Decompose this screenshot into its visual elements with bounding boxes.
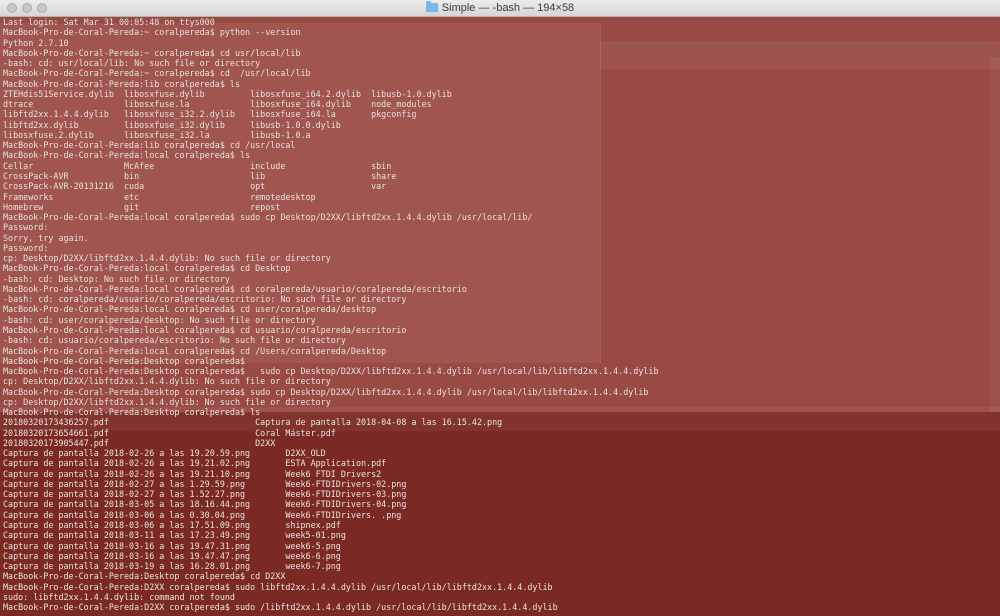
terminal-line: MacBook-Pro-de-Coral-Pereda:Desktop cora… — [3, 571, 286, 582]
background-bar-ghost — [600, 41, 1000, 69]
terminal-line: MacBook-Pro-de-Coral-Pereda:local coralp… — [3, 150, 251, 161]
terminal-line: libosxfuse.2.dylib libosxfuse_i32.la lib… — [3, 129, 311, 140]
terminal-line: MacBook-Pro-de-Coral-Pereda:local coralp… — [3, 212, 533, 223]
folder-icon — [425, 1, 438, 12]
terminal-line: MacBook-Pro-de-Coral-Pereda:~ coralpered… — [3, 27, 301, 38]
terminal-output[interactable]: Last login: Sat Mar 31 00:05:48 on ttys0… — [3, 17, 658, 612]
terminal-line: Frameworks etc remotedesktop — [3, 191, 316, 202]
terminal-line: -bash: cd: usuario/coralpereda/escritori… — [3, 335, 346, 346]
terminal-line: -bash: cd: user/coralpereda/desktop: No … — [3, 314, 316, 325]
terminal-line: cp: Desktop/D2XX/libftd2xx.1.4.4.dylib: … — [3, 396, 331, 407]
terminal-line: MacBook-Pro-de-Coral-Pereda:lib coralper… — [3, 140, 296, 151]
terminal-content[interactable]: Last login: Sat Mar 31 00:05:48 on ttys0… — [0, 17, 1000, 616]
terminal-line: MacBook-Pro-de-Coral-Pereda:~ coralpered… — [3, 47, 301, 58]
terminal-line: MacBook-Pro-de-Coral-Pereda:D2XX coralpe… — [3, 602, 558, 613]
terminal-line: MacBook-Pro-de-Coral-Pereda:local coralp… — [3, 304, 377, 315]
terminal-line: CrossPack-AVR-20131216 cuda opt var — [3, 181, 387, 192]
terminal-line: libftd2xx.1.4.4.dylib libosxfuse_i32.2.d… — [3, 109, 417, 120]
terminal-line: cp: Desktop/D2XX/libftd2xx.1.4.4.dylib: … — [3, 376, 331, 387]
terminal-line: dtrace libosxfuse.la libosxfuse_i64.dyli… — [3, 99, 432, 110]
terminal-line: cp: Desktop/D2XX/libftd2xx.1.4.4.dylib: … — [3, 253, 331, 264]
terminal-line: 20180320173654661.pdf Coral Máster.pdf — [3, 427, 336, 438]
terminal-line: Captura de pantalla 2018-03-16 a las 19.… — [3, 540, 341, 551]
terminal-line: Python 2.7.10 — [3, 37, 69, 48]
terminal-line: libftd2xx.dylib libosxfuse_i32.dylib lib… — [3, 119, 341, 130]
terminal-line: -bash: cd: coralpereda/usuario/coralpere… — [3, 294, 407, 305]
terminal-line: Captura de pantalla 2018-02-26 a las 19.… — [3, 458, 387, 469]
terminal-line: Homebrew git repost — [3, 201, 281, 212]
terminal-line: Captura de pantalla 2018-03-19 a las 16.… — [3, 561, 341, 572]
terminal-line: Captura de pantalla 2018-02-27 a las 1.2… — [3, 478, 407, 489]
terminal-line: -bash: cd: usr/local/lib: No such file o… — [3, 58, 261, 69]
terminal-line: MacBook-Pro-de-Coral-Pereda:Desktop cora… — [3, 386, 649, 397]
terminal-line: Captura de pantalla 2018-02-26 a las 19.… — [3, 448, 326, 459]
terminal-line: MacBook-Pro-de-Coral-Pereda:local coralp… — [3, 263, 291, 274]
terminal-line: ZTEHdis51Service.dylib libosxfuse.dylib … — [3, 88, 452, 99]
terminal-line: Password: — [3, 222, 49, 233]
terminal-line: sudo: libftd2xx.1.4.4.dylib: command not… — [3, 591, 235, 602]
terminal-line: MacBook-Pro-de-Coral-Pereda:lib coralper… — [3, 78, 240, 89]
title-bar[interactable]: Simple — -bash — 194×58 — [0, 0, 1000, 17]
terminal-line: MacBook-Pro-de-Coral-Pereda:local coralp… — [3, 324, 407, 335]
terminal-line: 20180320173905447.pdf D2XX — [3, 437, 276, 448]
terminal-line: Cellar McAfee include sbin — [3, 160, 392, 171]
terminal-line: Captura de pantalla 2018-03-11 a las 17.… — [3, 530, 346, 541]
terminal-line: Captura de pantalla 2018-02-27 a las 1.5… — [3, 489, 407, 500]
terminal-line: MacBook-Pro-de-Coral-Pereda:Desktop cora… — [3, 366, 659, 377]
terminal-line: Last login: Sat Mar 31 00:05:48 on ttys0… — [3, 17, 215, 27]
window-title: Simple — -bash — 194×58 — [441, 2, 575, 14]
terminal-line: MacBook-Pro-de-Coral-Pereda:~ coralpered… — [3, 68, 311, 79]
terminal-line: MacBook-Pro-de-Coral-Pereda:Desktop cora… — [3, 355, 246, 366]
terminal-line: Captura de pantalla 2018-03-06 a las 0.3… — [3, 509, 402, 520]
terminal-line: MacBook-Pro-de-Coral-Pereda:D2XX coralpe… — [3, 581, 553, 592]
terminal-line: Captura de pantalla 2018-02-26 a las 19.… — [3, 468, 382, 479]
terminal-line: MacBook-Pro-de-Coral-Pereda:local coralp… — [3, 283, 467, 294]
window-title-area: Simple — -bash — 194×58 — [0, 0, 1000, 17]
terminal-line: Password: — [3, 242, 49, 253]
terminal-line: Captura de pantalla 2018-03-06 a las 17.… — [3, 520, 341, 531]
background-edge-ghost — [990, 57, 1000, 417]
terminal-line: -bash: cd: Desktop: No such file or dire… — [3, 273, 230, 284]
terminal-line: Captura de pantalla 2018-03-05 a las 18.… — [3, 499, 407, 510]
terminal-line: Sorry, try again. — [3, 232, 89, 243]
terminal-line: MacBook-Pro-de-Coral-Pereda:Desktop cora… — [3, 407, 261, 418]
terminal-window: Simple — -bash — 194×58 Last login: Sat … — [0, 0, 1000, 616]
terminal-line: 20180320173436257.pdf Captura de pantall… — [3, 417, 503, 428]
terminal-line: MacBook-Pro-de-Coral-Pereda:local coralp… — [3, 345, 387, 356]
terminal-line: CrossPack-AVR bin lib share — [3, 170, 397, 181]
terminal-line: Captura de pantalla 2018-03-16 a las 19.… — [3, 550, 341, 561]
